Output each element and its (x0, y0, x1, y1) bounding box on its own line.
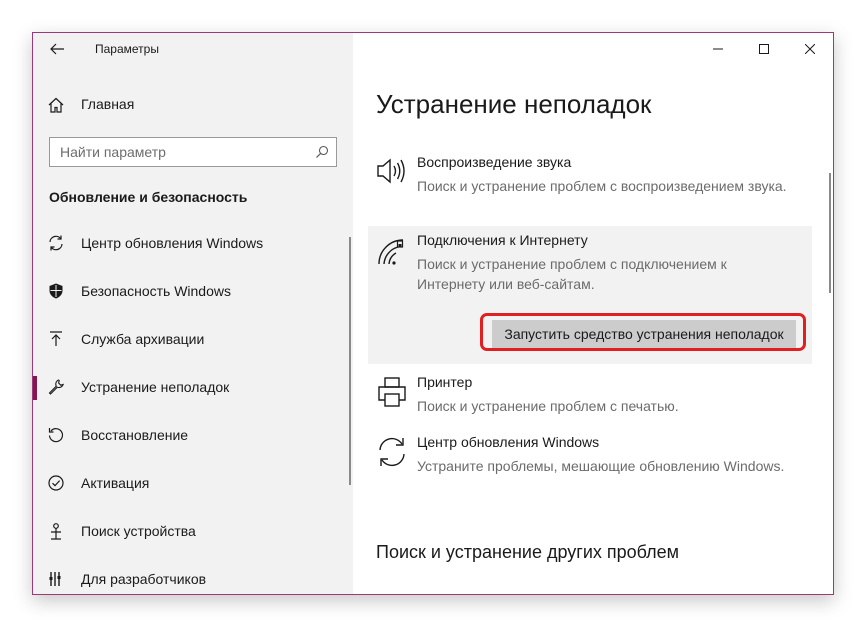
sidebar-item-label: Активация (81, 475, 150, 491)
troubleshooter-desc: Устраните проблемы, мешающие обновлению … (417, 458, 785, 474)
section-title: Обновление и безопасность (49, 189, 248, 205)
close-icon (805, 44, 815, 54)
run-troubleshooter-button[interactable]: Запустить средство устранения неполадок (492, 320, 796, 348)
settings-window: Параметры Главная Обновление и безопасно… (32, 32, 834, 595)
troubleshooter-internet[interactable]: Подключения к Интернету Поиск и устранен… (368, 226, 812, 364)
find-device-icon (51, 523, 61, 540)
main-scrollbar[interactable] (829, 173, 831, 293)
backup-arrow-icon (50, 331, 62, 346)
page-title: Устранение неполадок (376, 89, 652, 119)
sidebar-item-label: Безопасность Windows (81, 283, 231, 299)
sidebar: Параметры Главная Обновление и безопасно… (33, 33, 353, 594)
troubleshooter-desc: Поиск и устранение проблем с печатью. (417, 398, 679, 414)
troubleshooter-name: Подключения к Интернету (417, 232, 588, 248)
app-title: Параметры (95, 42, 159, 56)
sidebar-item-troubleshoot[interactable]: Устранение неполадок (33, 373, 353, 421)
troubleshooter-name: Центр обновления Windows (417, 434, 600, 450)
home-icon (48, 97, 64, 113)
troubleshooter-desc: Поиск и устранение проблем с подключение… (417, 256, 727, 292)
sidebar-scrollbar[interactable] (349, 237, 351, 485)
network-icon (378, 239, 404, 265)
sidebar-item-label: Служба архивации (81, 331, 205, 347)
sidebar-item-label: Восстановление (81, 427, 189, 443)
shield-icon (49, 283, 63, 299)
sync-icon (379, 437, 405, 467)
back-button[interactable] (45, 39, 69, 59)
check-circle-icon (48, 475, 64, 491)
sidebar-item-label: Поиск устройства (81, 523, 196, 539)
minimize-icon (713, 48, 723, 50)
recovery-icon (48, 428, 64, 443)
sidebar-item-backup[interactable]: Служба архивации (33, 325, 353, 373)
sidebar-item-developers[interactable]: Для разработчиков (33, 565, 353, 594)
sidebar-item-label: Для разработчиков (81, 571, 207, 587)
troubleshooter-windows-update[interactable]: Центр обновления Windows Устраните пробл… (368, 428, 812, 498)
sync-icon (49, 235, 63, 251)
wrench-icon (48, 379, 65, 395)
sidebar-item-recovery[interactable]: Восстановление (33, 421, 353, 469)
sidebar-item-home[interactable]: Главная (47, 93, 337, 117)
speaker-icon (377, 158, 405, 184)
sidebar-item-activation[interactable]: Активация (33, 469, 353, 517)
troubleshooter-name: Принтер (417, 374, 473, 390)
titlebar: Параметры (33, 33, 353, 65)
troubleshooter-printer[interactable]: Принтер Поиск и устранение проблем с печ… (368, 368, 812, 422)
sidebar-item-label: Устранение неполадок (81, 379, 230, 395)
home-label: Главная (81, 96, 135, 112)
search-input[interactable] (60, 143, 300, 161)
developer-icon (49, 572, 61, 586)
main-content: Устранение неполадок Воспроизведение зву… (353, 33, 833, 594)
troubleshooter-sound[interactable]: Воспроизведение звука Поиск и устранение… (368, 148, 812, 218)
back-arrow-icon (50, 43, 64, 55)
troubleshooter-name: Воспроизведение звука (417, 154, 572, 170)
sidebar-item-windows-security[interactable]: Безопасность Windows (33, 277, 353, 325)
minimize-button[interactable] (695, 33, 741, 65)
maximize-icon (759, 44, 769, 54)
sidebar-item-label: Центр обновления Windows (81, 235, 264, 251)
sidebar-nav: Центр обновления Windows Безопасность Wi… (33, 229, 353, 594)
close-button[interactable] (787, 33, 833, 65)
other-problems-heading: Поиск и устранение других проблем (376, 542, 680, 562)
search-box (49, 137, 337, 167)
maximize-button[interactable] (741, 33, 787, 65)
sidebar-item-windows-update[interactable]: Центр обновления Windows (33, 229, 353, 277)
sidebar-item-find-device[interactable]: Поиск устройства (33, 517, 353, 565)
search-icon[interactable] (315, 145, 329, 159)
printer-icon (378, 377, 406, 407)
troubleshooter-desc: Поиск и устранение проблем с воспроизвед… (417, 178, 787, 194)
